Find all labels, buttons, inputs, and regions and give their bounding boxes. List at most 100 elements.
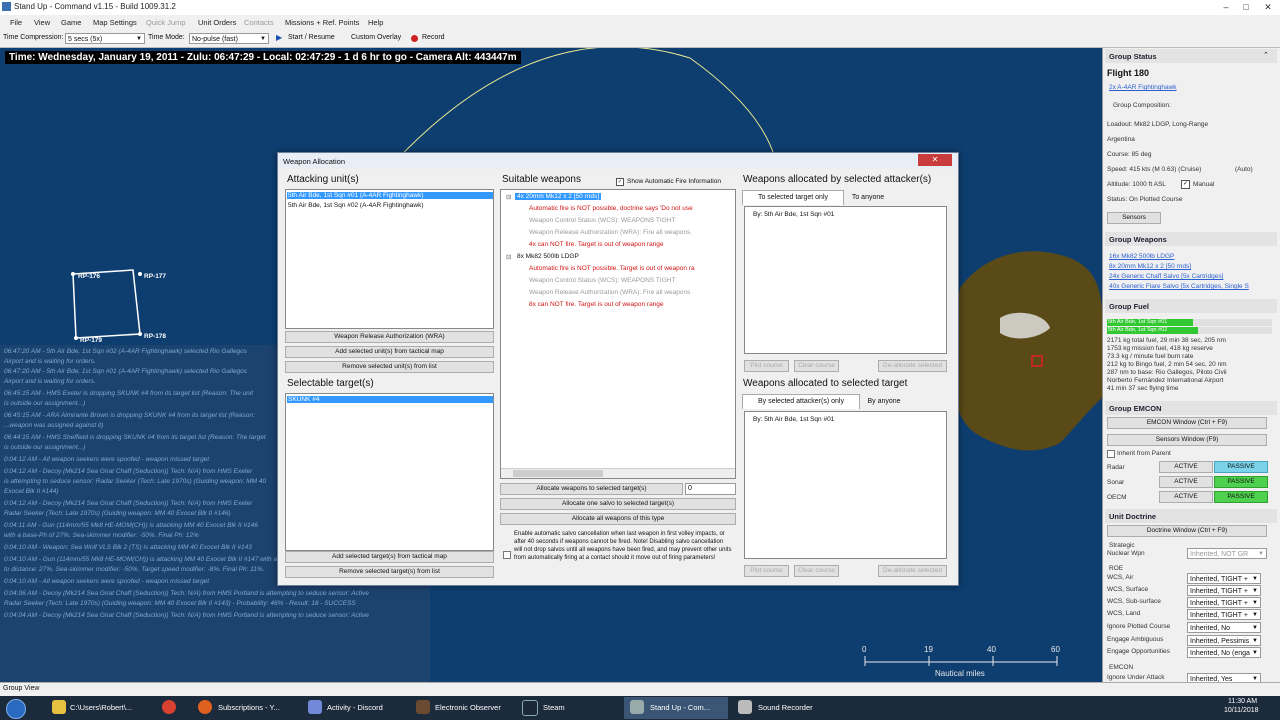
taskbar-item[interactable]: Electronic Observer	[435, 698, 501, 718]
tree-item[interactable]: By: 5th Air Bde, 1st Sqn #01	[753, 416, 834, 423]
close-icon[interactable]: ✕	[918, 154, 952, 166]
clear-course-button[interactable]: Clear course	[794, 360, 839, 372]
menu-view[interactable]: View	[34, 18, 50, 27]
deallocate-button[interactable]: De-allocate selected	[878, 360, 947, 372]
custom-overlay-button[interactable]: Custom Overlay	[351, 34, 401, 41]
list-item[interactable]: 5th Air Bde, 1st Sqn #01 (A-4AR Fighting…	[287, 192, 493, 199]
ref-point-label[interactable]: RP-176	[78, 273, 100, 280]
tab-selected-target[interactable]: To selected target only	[742, 190, 844, 205]
allocate-to-target-button[interactable]: Allocate weapons to selected target(s)	[500, 483, 683, 495]
taskbar-item[interactable]: Stand Up - Com...	[650, 698, 710, 718]
horizontal-scrollbar[interactable]	[501, 468, 735, 478]
maximize-icon[interactable]: □	[1236, 0, 1256, 14]
remove-units-button[interactable]: Remove selected unit(s) from list	[285, 361, 494, 373]
speed-mode[interactable]: (Auto)	[1235, 166, 1253, 173]
clock-date[interactable]: 10/11/2018	[1224, 707, 1259, 714]
doctrine-select[interactable]: Inherited, NOT GR ▼	[1187, 548, 1267, 559]
attacking-units-list[interactable]: 5th Air Bde, 1st Sqn #01 (A-4AR Fighting…	[285, 189, 494, 329]
plot-course-button[interactable]: Plot course	[744, 565, 789, 577]
passive-button[interactable]: PASSIVE	[1214, 491, 1268, 503]
clear-course-button[interactable]: Clear course	[794, 565, 839, 577]
active-button[interactable]: ACTIVE	[1159, 476, 1213, 488]
group-composition-link[interactable]: 2x A-4AR Fightinghawk	[1109, 84, 1177, 91]
salvo-cancellation-checkbox[interactable]	[503, 551, 511, 559]
scrollbar-thumb[interactable]	[513, 470, 603, 477]
passive-button[interactable]: PASSIVE	[1214, 461, 1268, 473]
start-resume-button[interactable]: Start / Resume	[288, 34, 335, 41]
doctrine-select[interactable]: Inherited, No (enga ▼	[1187, 647, 1261, 658]
ref-point-label[interactable]: RP-179	[80, 337, 102, 344]
show-auto-fire-checkbox[interactable]: ✓	[616, 178, 624, 186]
clock-time[interactable]: 11:30 AM	[1228, 698, 1257, 705]
doctrine-select[interactable]: Inherited, TIGHT + ▼	[1187, 597, 1261, 608]
ref-point-area	[72, 269, 141, 339]
doctrine-select[interactable]: Inherited, Pessimis ▼	[1187, 635, 1261, 646]
allocate-quantity-stepper[interactable]: 0	[685, 483, 736, 495]
menu-file[interactable]: File	[10, 18, 22, 27]
sensors-button[interactable]: Sensors	[1107, 212, 1161, 224]
tree-item[interactable]: By: 5th Air Bde, 1st Sqn #01	[753, 211, 834, 218]
doctrine-window-button[interactable]: Doctrine Window (Ctrl + F9)	[1107, 525, 1267, 537]
close-icon[interactable]: ✕	[1258, 0, 1278, 14]
active-button[interactable]: ACTIVE	[1159, 461, 1213, 473]
tab-by-anyone[interactable]: By anyone	[859, 396, 909, 408]
menu-help[interactable]: Help	[368, 18, 383, 27]
weapon-link[interactable]: 24x Generic Chaff Salvo [5x Cartridges]	[1109, 273, 1223, 280]
taskbar-item[interactable]: Activity - Discord	[327, 698, 383, 718]
collapse-icon[interactable]: ⊟	[506, 193, 511, 201]
menu-unit-orders[interactable]: Unit Orders	[198, 18, 236, 27]
menu-contacts[interactable]: Contacts	[244, 18, 274, 27]
wra-button[interactable]: Weapon Release Authorization (WRA)	[285, 331, 494, 343]
doctrine-select[interactable]: Inherited, No ▼	[1187, 622, 1261, 633]
menu-missions[interactable]: Missions + Ref. Points	[285, 18, 359, 27]
doctrine-label: Engage Ambiguous	[1107, 636, 1164, 643]
taskbar-item[interactable]: Subscriptions - Y...	[218, 698, 280, 718]
minimize-icon[interactable]: –	[1216, 0, 1236, 14]
chrome-icon[interactable]	[162, 700, 176, 714]
taskbar-item[interactable]: Sound Recorder	[758, 698, 813, 718]
weapon-tree-item[interactable]: 8x Mk82 500lb LDGP	[517, 253, 579, 260]
taskbar-item[interactable]: Steam	[543, 698, 565, 718]
ref-point-label[interactable]: RP-177	[144, 273, 166, 280]
time-compression-select[interactable]: 5 secs (5x) ▼	[65, 33, 145, 44]
ref-point-label[interactable]: RP-178	[144, 333, 166, 340]
plot-course-button[interactable]: Plot course	[744, 360, 789, 372]
inherit-checkbox[interactable]	[1107, 450, 1115, 458]
deallocate-button[interactable]: De-allocate selected	[878, 565, 947, 577]
list-item[interactable]: SKUNK #4	[287, 396, 493, 403]
weapon-link[interactable]: 16x Mk82 500lb LDGP	[1109, 253, 1174, 260]
weapon-link[interactable]: 40x Generic Flare Salvo [5x Cartridges, …	[1109, 283, 1249, 290]
doctrine-select[interactable]: Inherited, TIGHT + ▼	[1187, 585, 1261, 596]
tab-selected-attacker[interactable]: By selected attacker(s) only	[742, 394, 860, 409]
menu-game[interactable]: Game	[61, 18, 81, 27]
manual-checkbox[interactable]: ✓	[1181, 180, 1190, 189]
doctrine-select[interactable]: Inherited, TIGHT + ▼	[1187, 573, 1261, 584]
tab-to-anyone[interactable]: To anyone	[843, 192, 893, 204]
by-attacker-tree[interactable]: By: 5th Air Bde, 1st Sqn #01	[744, 206, 947, 354]
add-units-button[interactable]: Add selected unit(s) from tactical map	[285, 346, 494, 358]
remove-targets-button[interactable]: Remove selected target(s) from list	[285, 566, 494, 578]
to-target-tree[interactable]: By: 5th Air Bde, 1st Sqn #01	[744, 411, 947, 559]
menu-map-settings[interactable]: Map Settings	[93, 18, 137, 27]
menu-quick-jump[interactable]: Quick Jump	[146, 18, 186, 27]
targets-list[interactable]: SKUNK #4	[285, 393, 494, 551]
sensors-window-button[interactable]: Sensors Window (F9)	[1107, 434, 1267, 446]
collapse-icon[interactable]: ⊟	[506, 253, 511, 261]
allocate-all-button[interactable]: Allocate all weapons of this type	[500, 513, 736, 525]
active-button[interactable]: ACTIVE	[1159, 491, 1213, 503]
list-item[interactable]: 5th Air Bde, 1st Sqn #02 (A-4AR Fighting…	[288, 202, 424, 209]
doctrine-select[interactable]: Inherited, TIGHT + ▼	[1187, 609, 1261, 620]
start-button-icon[interactable]	[6, 699, 26, 719]
record-button[interactable]: Record	[422, 34, 445, 41]
collapse-icon[interactable]: ⌃	[1263, 51, 1269, 59]
weapon-link[interactable]: 8x 20mm Mk12 x 2 [50 rnds]	[1109, 263, 1191, 270]
time-mode-select[interactable]: No-pulse (fast) ▼	[189, 33, 269, 44]
weapons-tree[interactable]: ⊟ 4x 20mm Mk12 x 2 [50 rnds] Automatic f…	[500, 189, 736, 479]
add-targets-button[interactable]: Add selected target(s) from tactical map	[285, 551, 494, 563]
weapon-tree-item[interactable]: 4x 20mm Mk12 x 2 [50 rnds]	[515, 193, 602, 200]
allocate-salvo-button[interactable]: Allocate one salvo to selected target(s)	[500, 498, 736, 510]
passive-button[interactable]: PASSIVE	[1214, 476, 1268, 488]
emcon-window-button[interactable]: EMCON Window (Ctrl + F9)	[1107, 417, 1267, 429]
taskbar-item[interactable]: C:\Users\Robert\...	[70, 698, 132, 718]
dialog-title-bar[interactable]: Weapon Allocation ✕	[278, 153, 958, 169]
